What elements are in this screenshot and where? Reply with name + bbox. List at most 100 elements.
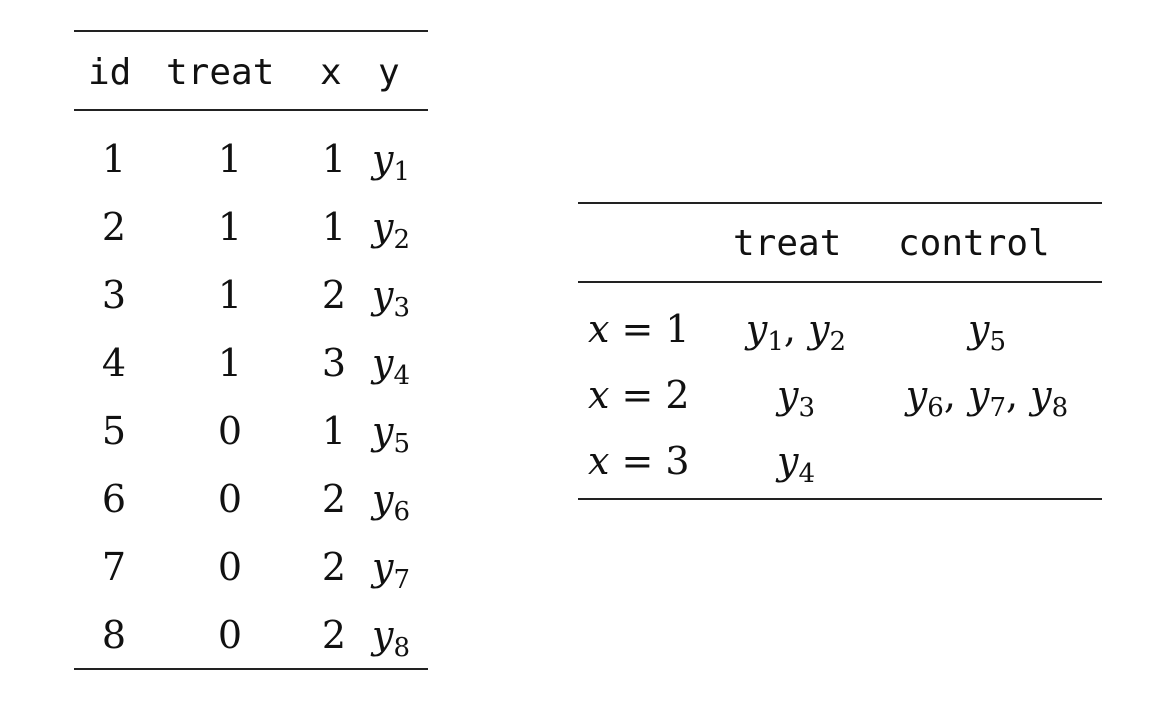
- table2-row-label: x = 3: [588, 442, 690, 480]
- table2-top-rule: [578, 202, 1102, 204]
- table2-y-value: y2: [808, 307, 846, 355]
- table2-y-value-subscript: 5: [989, 327, 1007, 357]
- table1-cell-y: y1: [372, 137, 410, 185]
- table1-cell-treat: 1: [217, 137, 243, 181]
- table1-mid-rule: [74, 109, 428, 111]
- table1-cell-x: 2: [321, 545, 347, 589]
- table1-cell-y: y4: [372, 341, 410, 389]
- table1-header-id: id: [88, 52, 132, 93]
- table1-cell-treat: 0: [217, 409, 243, 453]
- table2-cell-treat: y3: [776, 373, 815, 421]
- table1-cell-x: 2: [321, 273, 347, 317]
- table1-y-value: y3: [372, 273, 410, 321]
- table2-y-value-symbol: y: [808, 307, 830, 351]
- table1-cell-x: 3: [321, 341, 347, 385]
- table1-cell-id: 2: [101, 205, 127, 249]
- table2-y-value: y4: [776, 439, 815, 487]
- table1-header-x: x: [320, 52, 342, 93]
- table1-y-value-subscript: 3: [393, 293, 411, 323]
- value-separator: ,: [943, 373, 968, 417]
- table1-y-value: y4: [372, 341, 410, 389]
- table2-cell-control: y6, y7, y8: [905, 373, 1068, 421]
- table1-y-value-symbol: y: [372, 477, 394, 521]
- table1-y-value-symbol: y: [372, 205, 394, 249]
- row-label-equals: = 2: [609, 373, 690, 417]
- table2-header-control: control: [898, 223, 1050, 264]
- row-label-variable: x: [588, 373, 610, 417]
- table1-y-value-subscript: 6: [393, 497, 411, 527]
- table2-y-value: y5: [967, 307, 1006, 355]
- table1-cell-y: y3: [372, 273, 410, 321]
- table1-top-rule: [74, 30, 428, 32]
- table1-cell-x: 1: [321, 137, 347, 181]
- table1-y-value-subscript: 7: [393, 565, 411, 595]
- table1-cell-y: y7: [372, 545, 410, 593]
- table1-cell-id: 5: [101, 409, 127, 453]
- table1-y-value-subscript: 8: [393, 633, 411, 663]
- table1-y-value-subscript: 1: [393, 157, 411, 187]
- table2-y-value-symbol: y: [1030, 373, 1052, 417]
- table1-y-value: y8: [372, 613, 410, 661]
- table1-y-value: y1: [372, 137, 410, 185]
- table2-cell-treat: y1, y2: [745, 307, 846, 355]
- table1-y-value-symbol: y: [372, 273, 394, 317]
- table2-cell-treat: y4: [776, 439, 815, 487]
- row-label-variable: x: [588, 307, 610, 351]
- table1-cell-treat: 0: [217, 545, 243, 589]
- table2-y-value-subscript: 1: [767, 327, 784, 357]
- table2-bottom-rule: [578, 498, 1102, 500]
- table2-y-value: y8: [1030, 373, 1068, 421]
- table2-y-value-subscript: 8: [1051, 393, 1069, 423]
- table2-y-value-symbol: y: [745, 307, 768, 351]
- table2-y-value-symbol: y: [776, 439, 799, 483]
- table1-cell-x: 2: [321, 613, 347, 657]
- table1-cell-treat: 1: [217, 273, 243, 317]
- table1-y-value-symbol: y: [372, 137, 394, 181]
- row-label-variable: x: [588, 439, 610, 483]
- table2-y-value-subscript: 3: [798, 393, 816, 423]
- table1-y-value-subscript: 4: [393, 361, 411, 391]
- table1-cell-x: 1: [321, 409, 347, 453]
- table2-y-value-subscript: 7: [989, 393, 1007, 423]
- table1-cell-treat: 0: [217, 613, 243, 657]
- table1-cell-y: y5: [372, 409, 410, 457]
- table1-cell-treat: 0: [217, 477, 243, 521]
- table2-y-value-symbol: y: [905, 373, 928, 417]
- table1-cell-id: 3: [101, 273, 127, 317]
- table1-y-value: y5: [372, 409, 410, 457]
- table2-y-value-symbol: y: [967, 307, 990, 351]
- table2-mid-rule: [578, 281, 1102, 283]
- table1-y-value: y6: [372, 477, 410, 525]
- table2-y-value: y1: [745, 307, 784, 355]
- table2-y-value-subscript: 6: [927, 393, 944, 423]
- table1-cell-treat: 1: [217, 205, 243, 249]
- table1-y-value-symbol: y: [372, 613, 394, 657]
- table1-cell-x: 1: [321, 205, 347, 249]
- table1-cell-x: 2: [321, 477, 347, 521]
- table1-bottom-rule: [74, 668, 428, 670]
- table1-cell-id: 8: [101, 613, 127, 657]
- table1-y-value-subscript: 2: [393, 225, 411, 255]
- table2-row-label: x = 1: [588, 310, 690, 348]
- table1-header-y: y: [378, 52, 400, 93]
- table2-row-label: x = 2: [588, 376, 690, 414]
- table1-cell-y: y6: [372, 477, 410, 525]
- table1-cell-id: 7: [101, 545, 127, 589]
- table1-cell-treat: 1: [217, 341, 243, 385]
- table2-y-value-symbol: y: [967, 373, 990, 417]
- table1-y-value-symbol: y: [372, 341, 394, 385]
- table1-cell-y: y2: [372, 205, 410, 253]
- row-label-equals: = 3: [609, 439, 690, 483]
- table2-y-value: y3: [776, 373, 815, 421]
- table1-header-treat: treat: [166, 52, 275, 93]
- table1-y-value-subscript: 5: [393, 429, 411, 459]
- table2-y-value: y6: [905, 373, 944, 421]
- table1-y-value: y7: [372, 545, 410, 593]
- table2-y-value: y7: [967, 373, 1006, 421]
- value-separator: ,: [783, 307, 809, 351]
- table2-header-treat: treat: [733, 223, 842, 264]
- table2-y-value-subscript: 2: [829, 327, 847, 357]
- table2-y-value-symbol: y: [776, 373, 799, 417]
- table1-cell-id: 6: [101, 477, 127, 521]
- value-separator: ,: [1006, 373, 1031, 417]
